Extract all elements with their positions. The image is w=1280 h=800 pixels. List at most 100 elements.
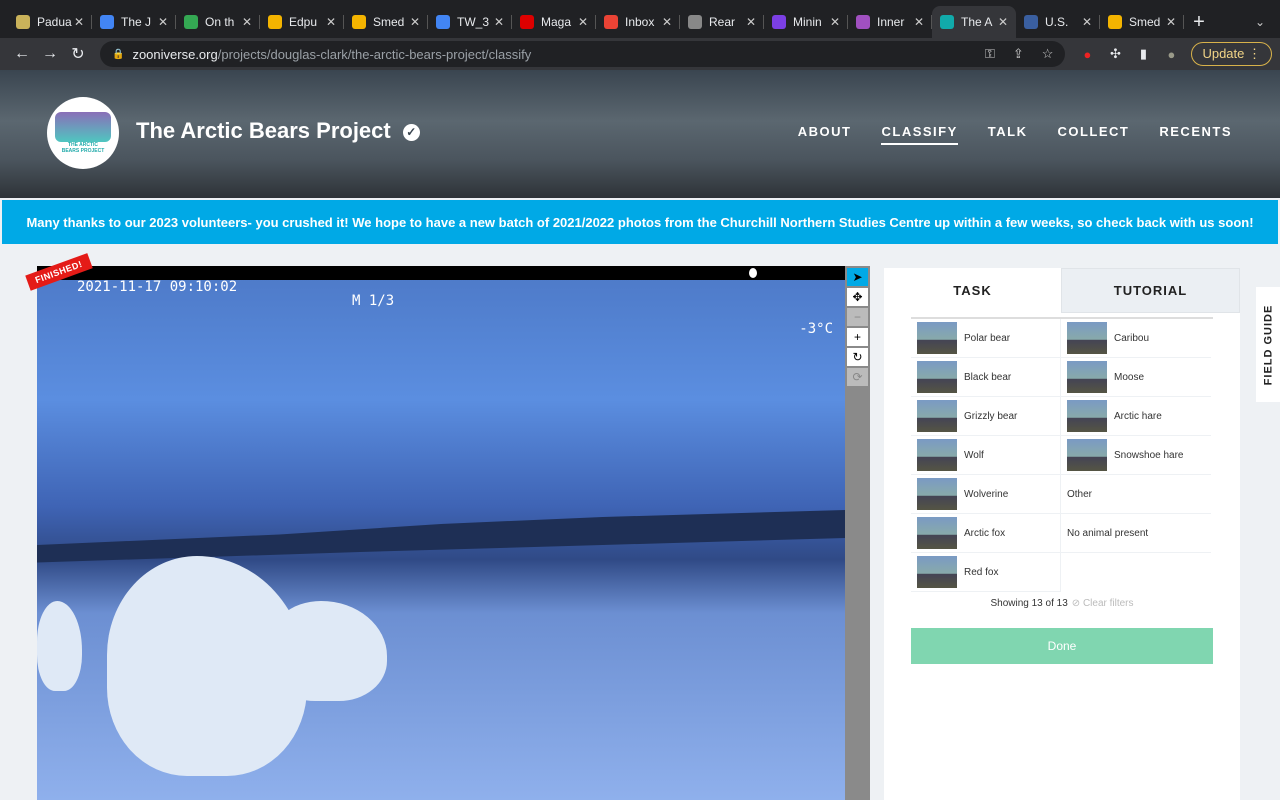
close-tab-icon[interactable]: ✕ xyxy=(1082,15,1092,29)
profile-avatar[interactable]: ● xyxy=(1157,47,1185,62)
browser-tab[interactable]: Maga ✕ xyxy=(512,6,596,38)
tab-favicon-icon xyxy=(436,15,450,29)
camera-info-strip: 2021-11-17 09:10:02 M 1/3 -3°C xyxy=(37,266,845,336)
close-tab-icon[interactable]: ✕ xyxy=(746,15,756,29)
side-panel-icon[interactable]: ▮ xyxy=(1129,46,1157,62)
close-tab-icon[interactable]: ✕ xyxy=(410,15,420,29)
choice-label: Moose xyxy=(1114,371,1145,383)
choice-item[interactable]: Arctic fox xyxy=(911,514,1061,553)
lock-icon: 🔒 xyxy=(112,48,125,60)
nav-classify[interactable]: CLASSIFY xyxy=(881,124,958,145)
address-bar[interactable]: 🔒 zooniverse.org/projects/douglas-clark/… xyxy=(100,41,1066,67)
close-tab-icon[interactable]: ✕ xyxy=(662,15,672,29)
close-tab-icon[interactable]: ✕ xyxy=(1166,15,1176,29)
tab-title: Maga xyxy=(541,15,572,29)
choice-label: No animal present xyxy=(1067,527,1149,539)
back-button[interactable]: ← xyxy=(8,45,36,63)
nav-collect[interactable]: COLLECT xyxy=(1057,124,1129,145)
close-tab-icon[interactable]: ✕ xyxy=(830,15,840,29)
empty-cell xyxy=(1061,553,1211,592)
showing-count: Showing 13 of 13 xyxy=(990,598,1068,609)
browser-tab[interactable]: The J ✕ xyxy=(92,6,176,38)
treeline xyxy=(37,510,845,563)
choice-label: Other xyxy=(1067,488,1093,500)
tab-search-chevron-icon[interactable]: ⌄ xyxy=(1240,6,1280,38)
move-tool-icon[interactable]: ✥ xyxy=(847,288,868,306)
subject-image[interactable]: 2021-11-17 09:10:02 M 1/3 -3°C xyxy=(37,266,845,800)
extension-stop-icon[interactable]: ● xyxy=(1073,47,1101,62)
reload-button[interactable]: ↻ xyxy=(64,44,92,64)
zoom-out-icon[interactable]: − xyxy=(847,308,868,326)
browser-tab[interactable]: TW_3 ✕ xyxy=(428,6,512,38)
tab-title: On th xyxy=(205,15,235,29)
browser-tab[interactable]: On th ✕ xyxy=(176,6,260,38)
bookmark-star-icon[interactable]: ☆ xyxy=(1042,46,1054,62)
extensions-puzzle-icon[interactable]: ✣ xyxy=(1101,46,1129,62)
close-tab-icon[interactable]: ✕ xyxy=(74,15,84,29)
share-icon[interactable]: ⇪ xyxy=(1013,46,1024,62)
choice-item[interactable]: Polar bear xyxy=(911,319,1061,358)
project-title-text: The Arctic Bears Project xyxy=(136,118,391,143)
field-guide-tab[interactable]: FIELD GUIDE xyxy=(1256,287,1280,402)
forward-button[interactable]: → xyxy=(36,45,64,63)
clear-filters-button[interactable]: ⊘ Clear filters xyxy=(1072,598,1134,609)
update-button[interactable]: Update ⋮ xyxy=(1191,42,1272,66)
new-tab-button[interactable]: + xyxy=(1184,6,1214,38)
close-tab-icon[interactable]: ✕ xyxy=(326,15,336,29)
choice-item[interactable]: Wolverine xyxy=(911,475,1061,514)
close-tab-icon[interactable]: ✕ xyxy=(494,15,504,29)
tab-title: Padua xyxy=(37,15,72,29)
choice-item[interactable]: Snowshoe hare xyxy=(1061,436,1211,475)
close-tab-icon[interactable]: ✕ xyxy=(158,15,168,29)
browser-tab[interactable]: Edpu ✕ xyxy=(260,6,344,38)
close-tab-icon[interactable]: ✕ xyxy=(998,15,1008,29)
browser-tab[interactable]: Smed ✕ xyxy=(1100,6,1184,38)
tab-task[interactable]: TASK xyxy=(884,268,1061,313)
nav-about[interactable]: ABOUT xyxy=(798,124,852,145)
rotate-icon[interactable]: ↻ xyxy=(847,348,868,366)
browser-tab[interactable]: Rear ✕ xyxy=(680,6,764,38)
close-tab-icon[interactable]: ✕ xyxy=(914,15,924,29)
browser-tab[interactable]: U.S. ✕ xyxy=(1016,6,1100,38)
nav-talk[interactable]: TALK xyxy=(988,124,1028,145)
choice-item[interactable]: Moose xyxy=(1061,358,1211,397)
project-title[interactable]: The Arctic Bears Project ✓ xyxy=(136,118,420,144)
choice-item[interactable]: Wolf xyxy=(911,436,1061,475)
close-tab-icon[interactable]: ✕ xyxy=(242,15,252,29)
choice-item[interactable]: Arctic hare xyxy=(1061,397,1211,436)
browser-tab[interactable]: Inbox ✕ xyxy=(596,6,680,38)
tab-favicon-icon xyxy=(856,15,870,29)
tab-favicon-icon xyxy=(772,15,786,29)
done-button[interactable]: Done xyxy=(911,628,1213,664)
browser-tab[interactable]: Minin ✕ xyxy=(764,6,848,38)
filter-status: Showing 13 of 13 ⊘ Clear filters xyxy=(884,598,1240,609)
pointer-tool-icon[interactable]: ➤ xyxy=(847,268,868,286)
project-logo[interactable]: THE ARCTIC BEARS PROJECT xyxy=(47,97,119,169)
choice-item[interactable]: No animal present xyxy=(1061,514,1211,553)
timestamp: 2021-11-17 09:10:02 xyxy=(77,279,238,295)
choice-item[interactable]: Red fox xyxy=(911,553,1061,592)
nav-recents[interactable]: RECENTS xyxy=(1159,124,1232,145)
browser-tab[interactable]: Smed ✕ xyxy=(344,6,428,38)
key-icon[interactable]: ⚿ xyxy=(985,46,995,62)
close-tab-icon[interactable]: ✕ xyxy=(578,15,588,29)
tab-title: The A xyxy=(961,15,993,29)
choice-thumbnail xyxy=(917,439,957,471)
choice-item[interactable]: Caribou xyxy=(1061,319,1211,358)
browser-tab[interactable]: Inner ✕ xyxy=(848,6,932,38)
choice-item[interactable]: Other xyxy=(1061,475,1211,514)
project-nav: ABOUT CLASSIFY TALK COLLECT RECENTS xyxy=(798,124,1232,145)
choice-item[interactable]: Black bear xyxy=(911,358,1061,397)
reset-icon[interactable]: ⟳ xyxy=(847,368,868,386)
camera-mode: M 1/3 xyxy=(352,293,395,309)
choice-label: Grizzly bear xyxy=(964,410,1018,422)
tab-title: Inner xyxy=(877,15,905,29)
tab-tutorial[interactable]: TUTORIAL xyxy=(1061,268,1240,313)
choice-thumbnail xyxy=(917,517,957,549)
choice-item[interactable]: Grizzly bear xyxy=(911,397,1061,436)
zoom-in-icon[interactable]: + xyxy=(847,328,868,346)
moon-phase-icon xyxy=(749,268,757,278)
browser-tab[interactable]: The A ✕ xyxy=(932,6,1016,38)
browser-tab[interactable]: Padua ✕ xyxy=(8,6,92,38)
tab-title: TW_3 xyxy=(457,15,490,29)
